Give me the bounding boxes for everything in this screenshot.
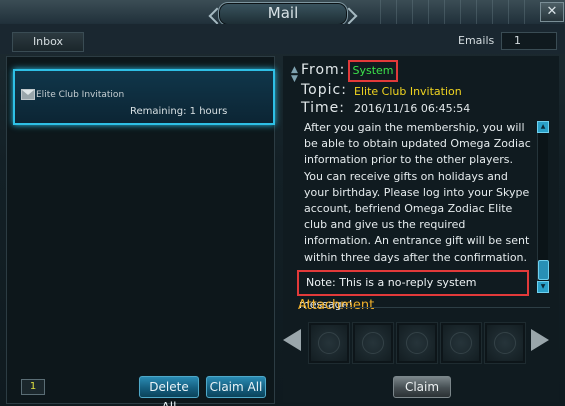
title-bar-decoration [380, 0, 530, 24]
sort-arrow-icon: ▲ ▼ [291, 65, 298, 84]
emails-count: 1 [501, 32, 557, 50]
scroll-thumb[interactable] [538, 260, 549, 280]
from-label: From: [301, 62, 346, 78]
scroll-down-icon[interactable]: ▼ [537, 281, 549, 293]
scroll-up-icon[interactable]: ▲ [537, 121, 549, 133]
close-icon: ✕ [546, 4, 558, 19]
claim-all-button[interactable]: Claim All [206, 376, 266, 398]
from-value: System [348, 60, 398, 82]
close-button[interactable]: ✕ [540, 2, 564, 22]
mail-remaining-time: Remaining: 1 hours [130, 106, 228, 117]
time-value: 2016/11/16 06:45:54 [354, 102, 471, 115]
page-number: 1 [21, 379, 45, 395]
arrow-left-icon[interactable] [283, 329, 301, 351]
attachment-label: Attachment [298, 298, 375, 313]
mail-subject: Elite Club Invitation [36, 90, 125, 100]
topic-label: Topic: [301, 82, 347, 98]
message-body: After you gain the membership, you will … [304, 121, 531, 264]
window-title: Mail [267, 4, 299, 22]
time-label: Time: [301, 100, 345, 116]
topic-value: Elite Club Invitation [354, 85, 462, 98]
attachment-divider [340, 307, 550, 308]
claim-button[interactable]: Claim [393, 376, 451, 398]
attachment-slot[interactable] [308, 322, 350, 364]
delete-all-button[interactable]: Delete All [139, 376, 199, 406]
emails-label: Emails [458, 34, 495, 47]
mail-window: Mail ✕ Inbox Emails 1 Elite Club Invitat… [0, 0, 565, 406]
envelope-icon [21, 89, 35, 100]
attachment-slot[interactable] [484, 322, 526, 364]
message-note: Note: This is a no-reply system message! [297, 270, 529, 311]
arrow-right-icon[interactable] [531, 329, 549, 351]
attachment-slot[interactable] [396, 322, 438, 364]
tab-inbox[interactable]: Inbox [12, 32, 84, 52]
attachment-slot[interactable] [440, 322, 482, 364]
attachment-slot[interactable] [352, 322, 394, 364]
